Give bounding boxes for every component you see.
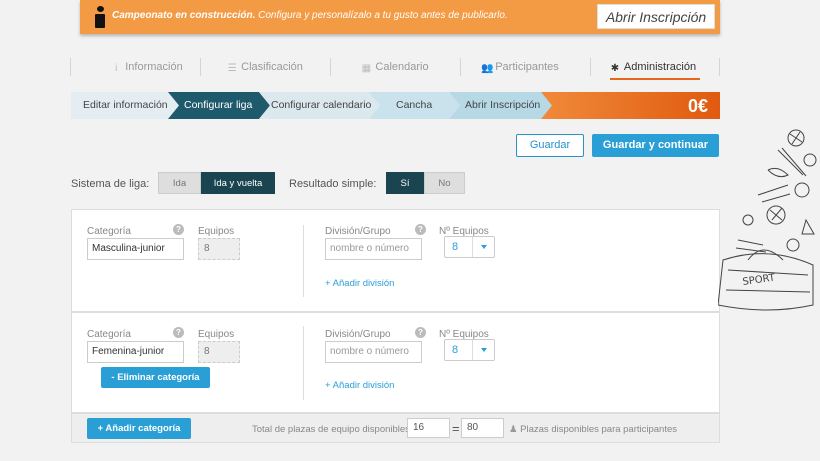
- chevron-down-icon: [481, 245, 487, 249]
- category-input[interactable]: Masculina-junior: [87, 238, 184, 260]
- equals-sign: =: [452, 421, 460, 436]
- list-icon: ☰: [227, 63, 237, 74]
- simple-result-label: Resultado simple:: [289, 178, 377, 190]
- n-teams-select[interactable]: 8: [444, 236, 495, 258]
- division-input[interactable]: nombre o número: [325, 238, 422, 260]
- step-cancha[interactable]: Cancha: [396, 92, 432, 119]
- step-configurar-liga[interactable]: Configurar liga: [184, 92, 252, 119]
- step-editar-informacion[interactable]: Editar información: [83, 92, 168, 119]
- remove-category-button[interactable]: - Eliminar categoría: [101, 367, 210, 388]
- categories-footer: + Añadir categoría Total de plazas de eq…: [71, 413, 720, 443]
- calendar-icon: ▦: [361, 63, 372, 74]
- add-category-button[interactable]: + Añadir categoría: [87, 418, 191, 439]
- total-places-value: 16: [407, 418, 450, 438]
- result-si-toggle[interactable]: Sí: [386, 172, 424, 194]
- teams-count: 8: [198, 238, 240, 260]
- tab-administracion[interactable]: ✱ Administración: [598, 56, 708, 80]
- open-registration-button[interactable]: Abrir Inscripción: [597, 4, 715, 29]
- category-label: Categoría: [87, 329, 131, 340]
- league-system-label: Sistema de liga:: [71, 178, 150, 190]
- result-no-toggle[interactable]: No: [424, 172, 465, 194]
- league-ida-toggle[interactable]: Ida: [158, 172, 201, 194]
- n-teams-select[interactable]: 8: [444, 339, 495, 361]
- division-label: División/Grupo: [325, 329, 391, 340]
- svg-text:SPORT: SPORT: [742, 272, 777, 288]
- construction-banner: Campeonato en construcción. Configura y …: [80, 0, 720, 34]
- participant-places-value: 80: [461, 418, 504, 438]
- category-panel: Categoría ? Equipos Masculina-junior 8 D…: [71, 209, 720, 312]
- help-icon[interactable]: ?: [415, 327, 426, 338]
- gear-icon: ✱: [610, 63, 620, 74]
- teams-label: Equipos: [198, 329, 235, 340]
- save-button[interactable]: Guardar: [516, 134, 584, 157]
- tab-participantes[interactable]: 👥 Participantes: [470, 56, 570, 78]
- price-total: 0€: [687, 96, 708, 116]
- teams-count: 8: [198, 341, 240, 363]
- tab-clasificacion[interactable]: ☰ Clasificación: [210, 56, 320, 78]
- category-input[interactable]: Femenina-junior: [87, 341, 184, 363]
- banner-message: Campeonato en construcción. Configura y …: [112, 10, 508, 21]
- info-icon: i: [115, 63, 118, 74]
- setup-stepper: Editar información Configurar liga Confi…: [71, 92, 720, 119]
- help-icon[interactable]: ?: [173, 224, 184, 235]
- help-icon[interactable]: ?: [415, 224, 426, 235]
- sports-doodle-illustration: SPORT: [718, 129, 817, 311]
- chevron-down-icon: [481, 348, 487, 352]
- main-tabs: i Información ☰ Clasificación ▦ Calendario …: [70, 56, 720, 80]
- users-icon: 👥: [481, 63, 494, 74]
- division-input[interactable]: nombre o número: [325, 341, 422, 363]
- info-icon: [94, 6, 106, 28]
- league-ida-vuelta-toggle[interactable]: Ida y vuelta: [201, 172, 275, 194]
- teams-label: Equipos: [198, 226, 235, 237]
- help-icon[interactable]: ?: [173, 327, 184, 338]
- add-division-link[interactable]: + Añadir división: [325, 278, 394, 289]
- add-division-link[interactable]: + Añadir división: [325, 380, 394, 391]
- category-panel: Categoría ? Equipos Femenina-junior 8 - …: [71, 312, 720, 413]
- participant-places-label: ♟ Plazas disponibles para participantes: [509, 424, 678, 435]
- division-label: División/Grupo: [325, 226, 391, 237]
- category-label: Categoría: [87, 226, 131, 237]
- user-icon: ♟: [509, 424, 518, 435]
- save-continue-button[interactable]: Guardar y continuar: [592, 134, 719, 157]
- step-abrir-inscripcion[interactable]: Abrir Inscripción: [465, 92, 540, 119]
- tab-calendario[interactable]: ▦ Calendario: [340, 56, 450, 78]
- step-configurar-calendario[interactable]: Configurar calendario: [271, 92, 371, 119]
- tab-informacion[interactable]: i Información: [92, 56, 202, 78]
- total-places-label: Total de plazas de equipo disponibles:: [252, 424, 413, 435]
